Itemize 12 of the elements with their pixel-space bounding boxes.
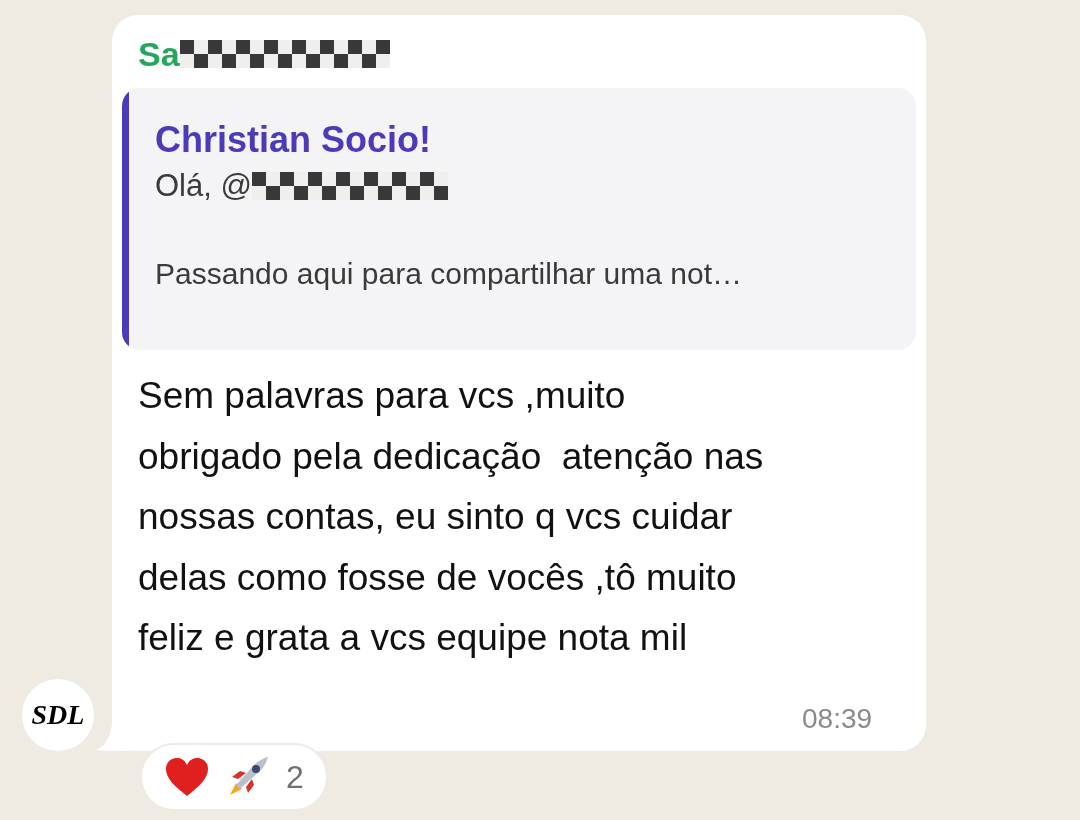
quoted-message[interactable]: Christian Socio! Olá, @ Passando aqui para compartilhar uma not… <box>122 88 916 350</box>
sender-avatar[interactable]: SDL <box>22 679 94 751</box>
sender-name: Sa <box>138 34 180 75</box>
quoted-author: Christian Socio! <box>155 118 433 162</box>
reactions-pill[interactable]: 2 <box>140 743 328 811</box>
quoted-greeting: Olá, @ <box>155 167 252 205</box>
avatar-logo-text: SDL <box>31 698 85 732</box>
message-text: Sem palavras para vcs ,muito obrigado pela dedicação atenção nas nossas contas, eu sinto q vcs cuidar delas como fosse de vocês ,tô muito feliz e grata a vcs equipe nota mil <box>138 374 765 660</box>
message-time: 08:39 <box>802 702 873 736</box>
reaction-count: 2 <box>286 758 304 797</box>
heart-icon <box>164 756 210 798</box>
quoted-preview: Passando aqui para compartilhar uma not… <box>155 256 742 292</box>
